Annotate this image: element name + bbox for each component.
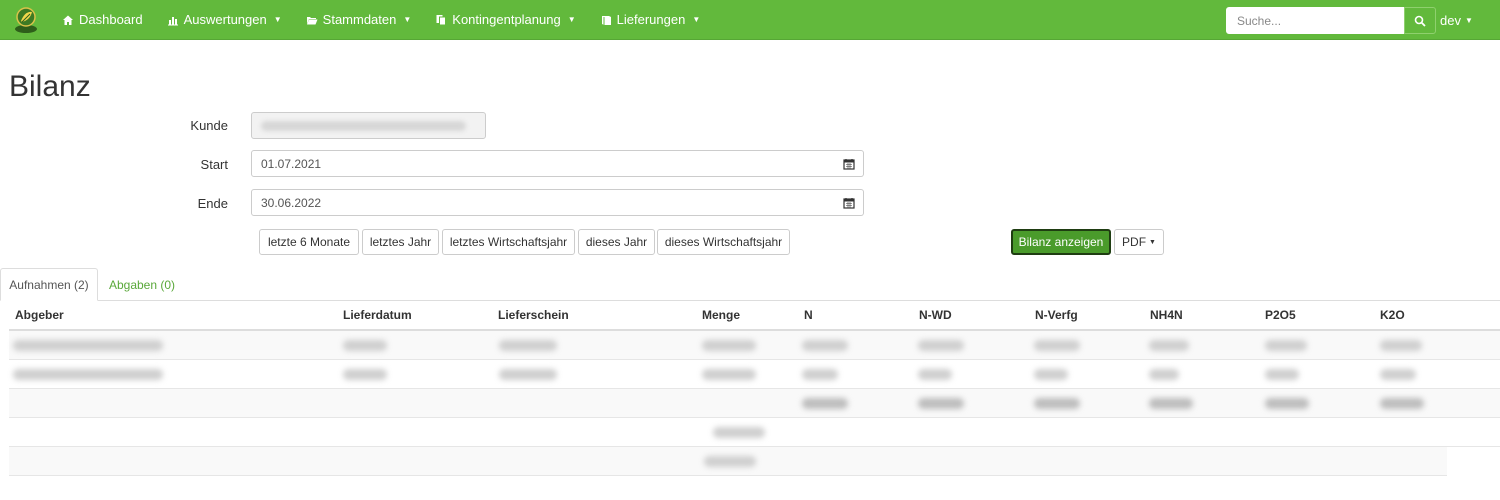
table-row[interactable]: [9, 360, 1500, 389]
table-row-summary: [9, 447, 1447, 476]
redacted-cell: [343, 340, 387, 351]
table-row-total: [9, 389, 1500, 418]
col-header-lieferdatum: Lieferdatum: [343, 308, 412, 322]
col-header-k2o: K2O: [1380, 308, 1405, 322]
chevron-down-icon: ▼: [403, 15, 412, 24]
tab-abgaben[interactable]: Abgaben (0): [100, 268, 184, 301]
start-date-input[interactable]: 01.07.2021: [251, 150, 835, 177]
user-name: dev: [1440, 12, 1461, 28]
nav-kontingentplanung[interactable]: Kontingentplanung ▼: [423, 0, 587, 40]
folder-open-icon: [306, 16, 318, 24]
redacted-cell: [1265, 369, 1299, 380]
pdf-dropdown-button[interactable]: PDF ▼: [1114, 229, 1164, 255]
home-icon: [63, 15, 73, 25]
nav-stammdaten-label: Stammdaten: [322, 12, 397, 27]
tab-aufnahmen[interactable]: Aufnahmen (2): [0, 268, 98, 301]
range-last-6-months-button[interactable]: letzte 6 Monate: [259, 229, 359, 255]
brand-logo[interactable]: [0, 0, 52, 40]
nav-dashboard[interactable]: Dashboard: [52, 0, 155, 40]
redacted-cell: [1380, 398, 1424, 409]
pdf-label: PDF: [1122, 235, 1147, 249]
redacted-cell: [802, 369, 838, 380]
redacted-cell: [918, 398, 964, 409]
col-header-nh4n: NH4N: [1150, 308, 1183, 322]
nav-auswertungen-label: Auswertungen: [183, 12, 267, 27]
kunde-label: Kunde: [190, 118, 228, 133]
redacted-cell: [704, 456, 756, 467]
calendar-icon: [842, 158, 855, 170]
leaf-logo-icon: [15, 6, 37, 33]
chevron-down-icon: ▼: [567, 15, 576, 24]
redacted-cell: [1149, 340, 1189, 351]
search-input[interactable]: [1226, 7, 1404, 34]
redacted-cell: [499, 340, 557, 351]
redacted-cell: [1034, 340, 1080, 351]
range-last-fiscal-year-button[interactable]: letztes Wirtschaftsjahr: [442, 229, 575, 255]
redacted-customer: [261, 120, 466, 131]
copy-icon: [436, 14, 447, 25]
top-navbar: Dashboard Auswertungen ▼ Stammdaten ▼ Ko…: [0, 0, 1500, 40]
calendar-icon: [842, 197, 855, 209]
redacted-cell: [343, 369, 387, 380]
end-date-input[interactable]: 30.06.2022: [251, 189, 835, 216]
redacted-cell: [802, 340, 848, 351]
redacted-cell: [1265, 398, 1309, 409]
table-row-summary: [9, 418, 1500, 447]
bar-chart-icon: [167, 16, 178, 25]
redacted-cell: [1149, 398, 1193, 409]
range-last-year-button[interactable]: letztes Jahr: [362, 229, 439, 255]
start-calendar-button[interactable]: [834, 150, 864, 177]
nav-lieferungen[interactable]: Lieferungen ▼: [588, 0, 713, 40]
book-icon: [601, 15, 611, 25]
chevron-down-icon: ▼: [692, 15, 701, 24]
nav-stammdaten[interactable]: Stammdaten ▼: [294, 0, 424, 40]
chevron-down-icon: ▼: [1464, 15, 1473, 25]
end-calendar-button[interactable]: [834, 189, 864, 216]
col-header-menge: Menge: [702, 308, 741, 322]
col-header-lieferschein: Lieferschein: [498, 308, 569, 322]
col-header-abgeber: Abgeber: [15, 308, 64, 322]
chevron-down-icon: ▼: [1149, 238, 1156, 246]
redacted-cell: [918, 369, 952, 380]
tabs-divider: [0, 300, 1500, 301]
col-header-n: N: [804, 308, 813, 322]
nav-dashboard-label: Dashboard: [79, 12, 143, 27]
nav-lieferungen-label: Lieferungen: [616, 12, 686, 27]
col-header-p2o5: P2O5: [1265, 308, 1296, 322]
col-header-n-verfg: N-Verfg: [1035, 308, 1078, 322]
redacted-cell: [13, 369, 163, 380]
nav-auswertungen[interactable]: Auswertungen ▼: [155, 0, 294, 40]
col-header-n-wd: N-WD: [919, 308, 952, 322]
redacted-cell: [1380, 340, 1422, 351]
redacted-cell: [702, 369, 756, 380]
redacted-cell: [1380, 369, 1416, 380]
redacted-cell: [802, 398, 848, 409]
range-this-year-button[interactable]: dieses Jahr: [578, 229, 655, 255]
ende-label: Ende: [197, 196, 228, 211]
search-icon: [1414, 15, 1426, 27]
start-label: Start: [200, 157, 228, 172]
page-title: Bilanz: [9, 70, 91, 103]
kunde-select[interactable]: [251, 112, 486, 139]
nav-kontingentplanung-label: Kontingentplanung: [452, 12, 561, 27]
range-this-fiscal-year-button[interactable]: dieses Wirtschaftsjahr: [657, 229, 790, 255]
search-group: [1226, 7, 1436, 34]
redacted-cell: [1034, 369, 1068, 380]
show-balance-button[interactable]: Bilanz anzeigen: [1011, 229, 1111, 255]
user-menu[interactable]: dev ▼: [1440, 0, 1473, 40]
redacted-cell: [702, 340, 756, 351]
chevron-down-icon: ▼: [273, 15, 282, 24]
redacted-cell: [499, 369, 557, 380]
redacted-cell: [1149, 369, 1179, 380]
search-button[interactable]: [1404, 7, 1436, 34]
redacted-cell: [713, 427, 765, 438]
redacted-cell: [1034, 398, 1080, 409]
redacted-cell: [1265, 340, 1307, 351]
table-row[interactable]: [9, 331, 1500, 360]
redacted-cell: [13, 340, 163, 351]
redacted-cell: [918, 340, 964, 351]
